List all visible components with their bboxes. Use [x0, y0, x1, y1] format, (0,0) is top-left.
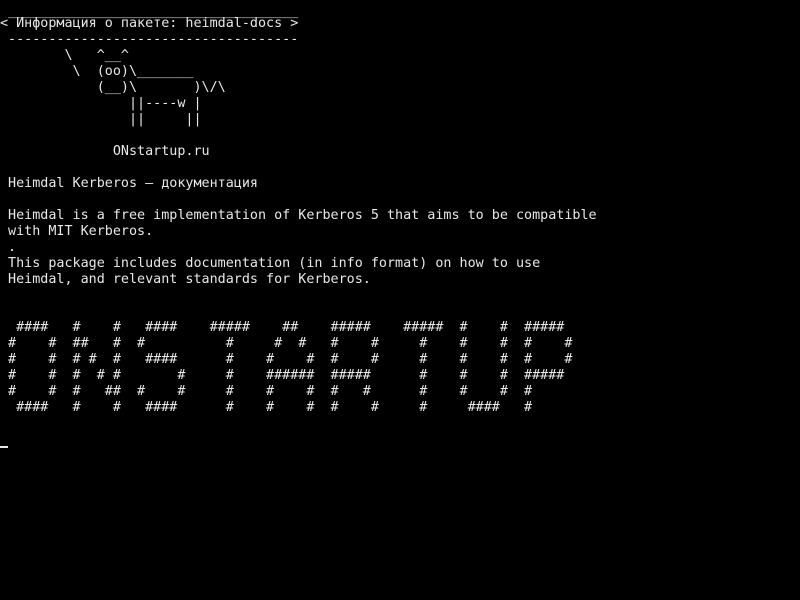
cowsay-border-bottom: ------------------------------------ [0, 32, 299, 47]
description-line: Heimdal is a free implementation of Kerb… [0, 208, 597, 223]
package-title: Heimdal Kerberos — документация [0, 176, 258, 191]
banner-line: #### # # #### # # # # # # #### # [0, 400, 533, 415]
banner-line: # # # # # # # ###### ##### # # # ##### [0, 368, 565, 383]
description-line: Heimdal, and relevant standards for Kerb… [0, 272, 371, 287]
text-cursor [0, 446, 8, 448]
banner-line: # # # # # #### # # # # # # # # # # [0, 352, 573, 367]
cow-art-line: \ (oo)\_______ [0, 64, 194, 79]
description-line: . [0, 240, 17, 255]
cow-art-line: ||----w | [0, 96, 202, 111]
banner-line: # # # ## # # # # # # # # # # # [0, 384, 533, 399]
cowsay-message: < Информация о пакете: heimdal-docs > [0, 16, 299, 31]
banner-line: #### # # #### ##### ## ##### ##### # # #… [0, 320, 565, 335]
terminal-screen[interactable]: ____________________________________ < И… [0, 0, 800, 600]
description-line: with MIT Kerberos. [0, 224, 154, 239]
cow-art-line: (__)\ )\/\ [0, 80, 226, 95]
description-line: This package includes documentation (in … [0, 256, 541, 271]
cow-art-line: || || [0, 112, 202, 127]
banner-line: # # ## # # # # # # # # # # # # [0, 336, 573, 351]
cow-art-line: \ ^__^ [0, 48, 129, 63]
site-label: ONstartup.ru [0, 144, 210, 159]
